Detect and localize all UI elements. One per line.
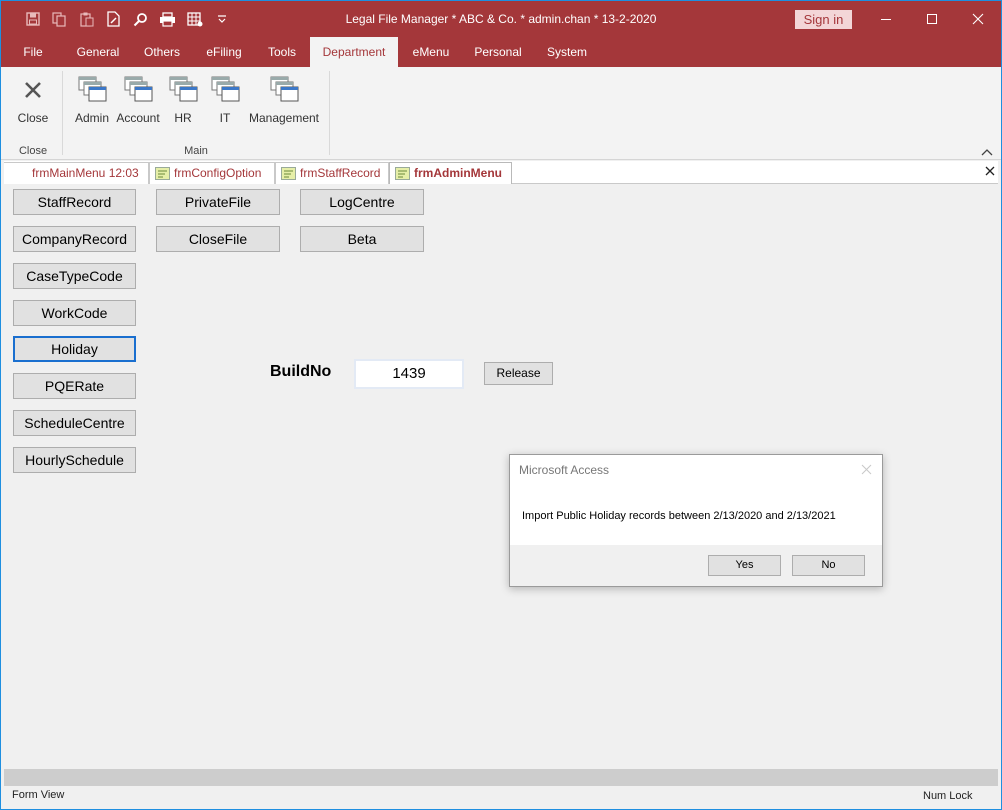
ribbon-panel: Close Close Admin Account HR IT Manageme… (1, 67, 1001, 160)
doctab-main-menu[interactable]: frmMainMenu 12:03 (4, 162, 149, 184)
close-window-button[interactable] (955, 1, 1001, 37)
company-record-button[interactable]: CompanyRecord (13, 226, 136, 252)
ribbon-tabs: File General Others eFiling Tools Depart… (1, 37, 1001, 67)
doctab-label: frmMainMenu 12:03 (32, 166, 139, 180)
no-button[interactable]: No (792, 555, 865, 576)
close-document-icon[interactable] (984, 165, 996, 177)
group-label-main: Main (184, 145, 208, 157)
doctab-label: frmStaffRecord (300, 166, 381, 180)
status-bar: Form View Num Lock (1, 786, 1001, 809)
account-button[interactable]: Account (113, 73, 163, 125)
horizontal-scrollbar[interactable] (4, 769, 998, 786)
table-icon[interactable] (181, 9, 208, 29)
title-bar: Legal File Manager * ABC & Co. * admin.c… (1, 1, 1001, 37)
tab-file[interactable]: File (13, 37, 53, 67)
management-button[interactable]: Management (246, 73, 322, 125)
yes-button[interactable]: Yes (708, 555, 781, 576)
log-centre-button[interactable]: LogCentre (300, 189, 424, 215)
tab-system[interactable]: System (540, 37, 594, 67)
doctab-label: frmConfigOption (174, 166, 262, 180)
tab-efiling[interactable]: eFiling (198, 37, 250, 67)
doctab-staff-record[interactable]: frmStaffRecord (275, 162, 389, 184)
quick-access-toolbar (19, 9, 235, 29)
admin-button[interactable]: Admin (71, 73, 113, 125)
staff-record-button[interactable]: StaffRecord (13, 189, 136, 215)
beta-button[interactable]: Beta (300, 226, 424, 252)
build-no-label: BuildNo (270, 363, 332, 380)
doctab-config-option[interactable]: frmConfigOption (149, 162, 275, 184)
ribbon-divider (62, 71, 63, 155)
group-label-close: Close (18, 145, 48, 157)
window-stack-icon (169, 76, 198, 102)
hr-label: HR (174, 111, 192, 125)
ribbon-divider (329, 71, 330, 155)
paste-icon[interactable] (73, 9, 100, 29)
window-stack-icon (270, 76, 299, 102)
dialog-close-icon[interactable] (861, 464, 872, 475)
status-view-mode: Form View (12, 789, 65, 801)
customize-dropdown-icon[interactable] (208, 9, 235, 29)
dialog-footer: Yes No (510, 545, 882, 586)
dialog-message: Import Public Holiday records between 2/… (522, 510, 836, 522)
private-file-button[interactable]: PrivateFile (156, 189, 280, 215)
maximize-icon (927, 14, 937, 24)
window-stack-icon (124, 76, 153, 102)
collapse-ribbon-icon[interactable] (980, 147, 994, 157)
dialog-title: Microsoft Access (519, 463, 610, 477)
management-label: Management (248, 111, 320, 125)
save-icon[interactable] (19, 9, 46, 29)
admin-label: Admin (74, 111, 109, 125)
status-num-lock: Num Lock (923, 790, 973, 802)
minimize-icon (881, 19, 891, 20)
it-label: IT (219, 111, 231, 125)
maximize-button[interactable] (909, 1, 955, 37)
account-label: Account (116, 111, 160, 125)
tab-tools[interactable]: Tools (260, 37, 304, 67)
print-icon[interactable] (154, 9, 181, 29)
doctab-admin-menu[interactable]: frmAdminMenu (389, 162, 512, 185)
access-window: Legal File Manager * ABC & Co. * admin.c… (1, 1, 1001, 809)
close-button-label: Close (17, 111, 49, 125)
window-stack-icon (78, 76, 107, 102)
close-icon (972, 13, 984, 25)
form-icon (281, 167, 296, 180)
hourly-schedule-button[interactable]: HourlySchedule (13, 447, 136, 473)
doctab-label: frmAdminMenu (414, 166, 502, 180)
pqe-rate-button[interactable]: PQERate (13, 373, 136, 399)
tab-others[interactable]: Others (136, 37, 188, 67)
message-dialog: Microsoft Access Import Public Holiday r… (509, 454, 883, 587)
release-button[interactable]: Release (484, 362, 553, 385)
tab-department[interactable]: Department (310, 37, 398, 67)
window-stack-icon (211, 76, 240, 102)
document-edit-icon[interactable] (100, 9, 127, 29)
holiday-button[interactable]: Holiday (13, 336, 136, 362)
form-icon (395, 167, 410, 180)
case-type-code-button[interactable]: CaseTypeCode (13, 263, 136, 289)
schedule-centre-button[interactable]: ScheduleCentre (13, 410, 136, 436)
close-x-icon (25, 82, 41, 98)
minimize-button[interactable] (863, 1, 909, 37)
copy-icon[interactable] (46, 9, 73, 29)
search-icon[interactable] (127, 9, 154, 29)
close-file-button[interactable]: CloseFile (156, 226, 280, 252)
build-no-field[interactable]: 1439 (354, 359, 464, 389)
work-code-button[interactable]: WorkCode (13, 300, 136, 326)
ribbon-close-button[interactable]: Close (11, 73, 55, 125)
form-icon (155, 167, 170, 180)
hr-button[interactable]: HR (165, 73, 201, 125)
sign-in-button[interactable]: Sign in (795, 10, 852, 29)
tab-personal[interactable]: Personal (467, 37, 529, 67)
tab-general[interactable]: General (71, 37, 125, 67)
it-button[interactable]: IT (207, 73, 243, 125)
document-tabs: frmMainMenu 12:03 frmConfigOption frmSta… (4, 161, 998, 185)
tab-emenu[interactable]: eMenu (404, 37, 458, 67)
